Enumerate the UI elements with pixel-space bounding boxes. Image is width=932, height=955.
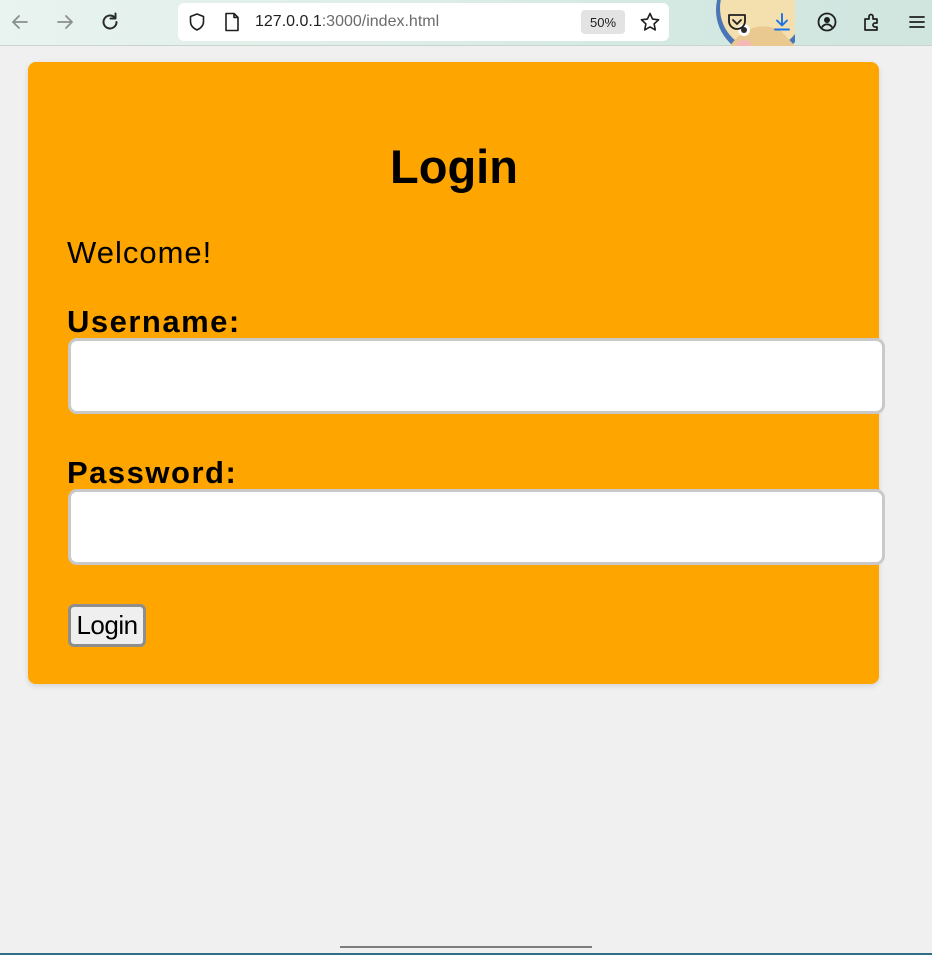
extensions-icon[interactable]	[859, 9, 885, 35]
shield-icon[interactable]	[186, 11, 208, 33]
scroll-indicator	[340, 946, 592, 948]
back-button[interactable]	[6, 8, 34, 36]
url-host: 127.0.0.1	[255, 13, 322, 30]
download-icon[interactable]	[769, 9, 795, 35]
zoom-level-badge[interactable]: 50%	[581, 10, 625, 34]
password-input[interactable]	[68, 489, 885, 565]
reload-button[interactable]	[96, 8, 124, 36]
username-label: Username:	[67, 304, 241, 339]
password-label: Password:	[67, 455, 238, 490]
pocket-icon[interactable]	[724, 9, 750, 35]
browser-toolbar: 127.0.0.1:3000/index.html 50%	[0, 0, 932, 46]
forward-arrow-icon	[57, 15, 73, 29]
login-title: Login	[390, 140, 518, 193]
menu-icon[interactable]	[904, 9, 930, 35]
username-input[interactable]	[68, 338, 885, 414]
address-bar[interactable]: 127.0.0.1:3000/index.html 50%	[178, 3, 669, 41]
url-text[interactable]: 127.0.0.1:3000/index.html	[255, 13, 439, 31]
back-arrow-icon	[12, 15, 28, 29]
welcome-text: Welcome!	[67, 235, 213, 270]
reload-icon	[102, 12, 118, 30]
login-submit-button[interactable]: Login	[68, 604, 146, 647]
bookmark-star-icon[interactable]	[638, 10, 662, 34]
page-icon[interactable]	[222, 12, 242, 32]
url-path: :3000/index.html	[321, 13, 440, 30]
forward-button[interactable]	[51, 8, 79, 36]
account-icon[interactable]	[814, 9, 840, 35]
